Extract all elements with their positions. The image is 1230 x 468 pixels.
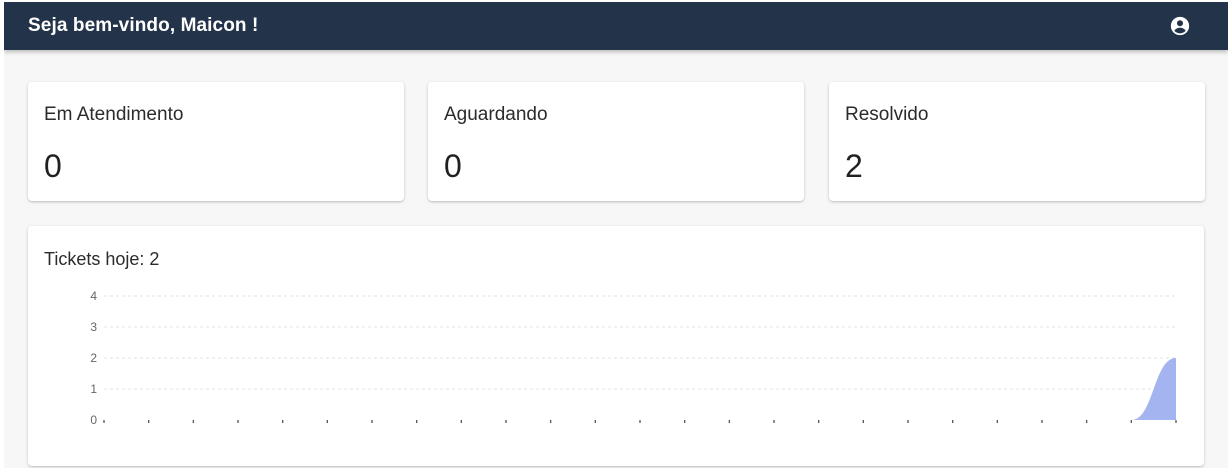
stat-label: Aguardando (444, 104, 548, 125)
account-circle-icon (1170, 16, 1190, 36)
tickets-area-chart: 0 1 2 3 4 (90, 289, 1177, 427)
stat-card-resolvido: Resolvido 2 (829, 82, 1205, 201)
stat-label: Em Atendimento (44, 104, 184, 125)
y-tick-label: 2 (90, 351, 97, 365)
y-tick-label: 1 (90, 382, 97, 396)
stat-value: 0 (444, 148, 462, 184)
tickets-chart-card: Tickets hoje: 2 01234 (28, 226, 1204, 466)
stat-value: 0 (44, 148, 62, 184)
welcome-title: Seja bem-vindo, Maicon ! (28, 15, 259, 36)
app-header: Seja bem-vindo, Maicon ! (4, 2, 1228, 50)
y-tick-label: 3 (90, 320, 97, 334)
stat-value: 2 (845, 148, 863, 184)
stat-label: Resolvido (845, 104, 929, 125)
stat-card-em-atendimento: Em Atendimento 0 (28, 82, 404, 201)
y-tick-label: 0 (90, 413, 97, 427)
y-tick-label: 4 (90, 289, 97, 303)
app-frame: Seja bem-vindo, Maicon ! Em Atendimento … (4, 2, 1228, 468)
account-button[interactable] (1168, 14, 1192, 38)
stat-card-aguardando: Aguardando 0 (428, 82, 804, 201)
